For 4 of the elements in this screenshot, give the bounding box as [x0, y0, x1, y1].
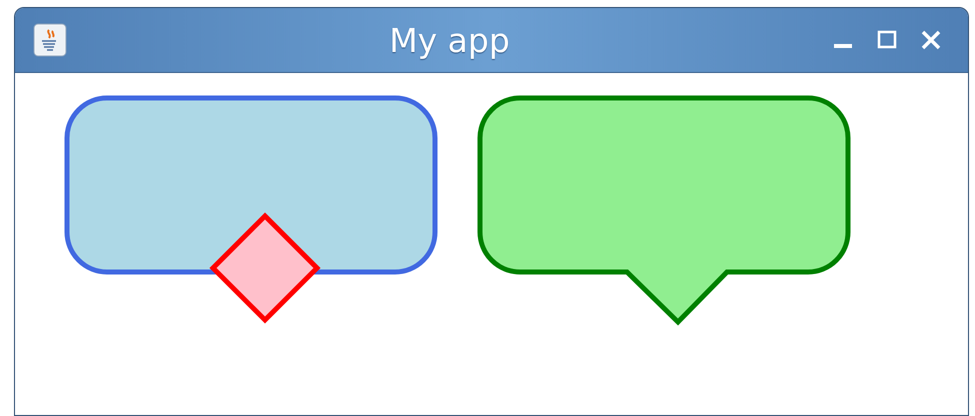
window-title: My app: [389, 24, 510, 56]
close-icon[interactable]: [920, 29, 942, 51]
maximize-icon[interactable]: [876, 29, 898, 51]
java-cup-icon: [33, 23, 67, 57]
